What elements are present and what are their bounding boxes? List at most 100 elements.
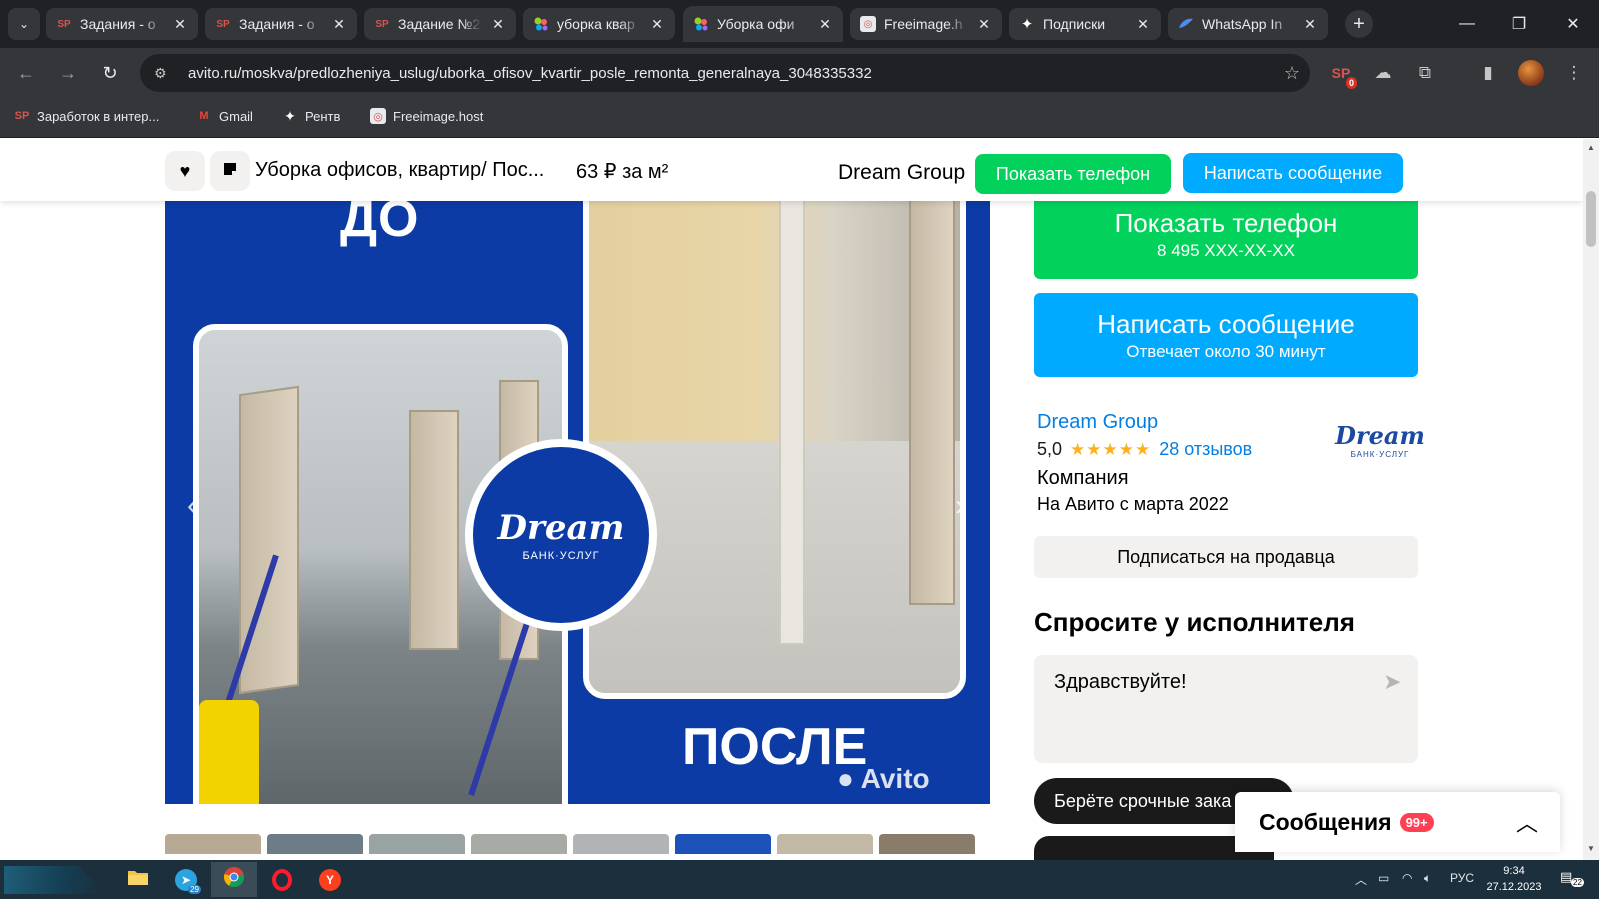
taskbar-telegram[interactable]: ➤ 29 xyxy=(163,862,209,897)
scrollbar-thumb[interactable] xyxy=(1586,191,1596,247)
clock[interactable]: 9:34 27.12.2023 xyxy=(1484,863,1544,895)
scroll-down-icon[interactable]: ▼ xyxy=(1583,844,1599,853)
subscribe-seller-button[interactable]: Подписаться на продавца xyxy=(1034,536,1418,578)
bookmark-star-icon[interactable]: ☆ xyxy=(1274,63,1310,84)
arrow-left-icon: ← xyxy=(17,62,35,83)
ask-section-title: Спросите у исполнителя xyxy=(1034,607,1355,637)
send-icon[interactable]: ➤ xyxy=(1383,669,1401,695)
taskbar-file-explorer[interactable] xyxy=(115,862,161,897)
forward-button[interactable]: → xyxy=(54,59,82,87)
extensions-button[interactable]: ⧉ xyxy=(1411,59,1439,87)
browser-tab[interactable]: SP Задания - o ✕ xyxy=(46,8,198,40)
favorite-button[interactable]: ♥ xyxy=(165,151,205,191)
profile-avatar[interactable] xyxy=(1518,60,1544,86)
close-icon: ✕ xyxy=(1566,16,1580,33)
thumbnail[interactable] xyxy=(267,834,363,854)
reload-icon: ↻ xyxy=(102,62,118,83)
close-window-button[interactable]: ✕ xyxy=(1551,10,1595,38)
seller-name-link[interactable]: Dream Group xyxy=(1037,411,1158,434)
write-message-button[interactable]: Написать сообщение Отвечает около 30 мин… xyxy=(1034,293,1418,377)
next-photo-button[interactable]: › xyxy=(955,489,965,523)
browser-tab-active[interactable]: Уборка офи ✕ xyxy=(683,6,843,42)
star4-icon: ✦ xyxy=(284,107,296,124)
sticky-show-phone-button[interactable]: Показать телефон xyxy=(975,154,1171,194)
tab-search-button[interactable]: ⌄ xyxy=(8,8,40,40)
close-tab-icon[interactable]: ✕ xyxy=(490,16,506,33)
page-viewport: ♥ Уборка офисов, квартир/ Пос... 63 ₽ за… xyxy=(0,139,1583,860)
browser-tab[interactable]: WhatsApp In ✕ xyxy=(1168,8,1328,40)
ask-message-input[interactable]: Здравствуйте! xyxy=(1034,655,1418,763)
whatsapp-favicon-icon xyxy=(1178,16,1194,32)
site-settings-icon[interactable]: ⚙ xyxy=(154,65,176,82)
seller-logo[interactable]: Dream БАНК·УСЛУГ xyxy=(1335,421,1425,459)
address-bar[interactable]: ⚙ avito.ru/moskva/predlozheniya_uslug/ub… xyxy=(140,54,1310,92)
new-tab-button[interactable]: + xyxy=(1345,10,1373,38)
browser-tab[interactable]: SP Задание №2 ✕ xyxy=(364,8,516,40)
start-button[interactable] xyxy=(4,866,104,894)
back-button[interactable]: ← xyxy=(12,59,40,87)
browser-tab[interactable]: уборка квар ✕ xyxy=(523,8,675,40)
side-panel-button[interactable]: ▮ xyxy=(1474,59,1502,87)
seller-since: На Авито с марта 2022 xyxy=(1037,494,1229,514)
close-tab-icon[interactable]: ✕ xyxy=(172,16,188,33)
telegram-count-badge: 29 xyxy=(188,885,201,894)
reviews-link[interactable]: 28 отзывов xyxy=(1159,439,1252,460)
thumbnail[interactable] xyxy=(573,834,669,854)
reload-button[interactable]: ↻ xyxy=(96,59,124,87)
close-tab-icon[interactable]: ✕ xyxy=(649,16,665,33)
browser-tab[interactable]: SP Задания - o ✕ xyxy=(205,8,357,40)
listing-main-photo[interactable]: ДО ПОСЛЕ Dream БАНК·УСЛУГ ● Avito ‹ › xyxy=(165,149,990,804)
sticky-write-message-button[interactable]: Написать сообщение xyxy=(1183,153,1403,193)
sticky-seller-name[interactable]: Dream Group xyxy=(838,161,965,185)
phone-number-masked: 8 495 XXX-XX-XX xyxy=(1157,240,1295,260)
seller-rating: 5,0 ★★★★★ 28 отзывов xyxy=(1037,439,1252,460)
taskbar-opera[interactable] xyxy=(259,862,305,897)
rating-value: 5,0 xyxy=(1037,439,1063,459)
prev-photo-button[interactable]: ‹ xyxy=(187,489,197,523)
browser-tab[interactable]: ✦ Подписки ✕ xyxy=(1009,8,1161,40)
sp-extension-button[interactable]: SP 0 xyxy=(1327,59,1357,89)
thumbnail[interactable] xyxy=(165,834,261,854)
close-tab-icon[interactable]: ✕ xyxy=(1135,16,1151,33)
chevron-up-icon[interactable]: ︿ xyxy=(1516,806,1538,838)
extension-badge: 0 xyxy=(1345,77,1357,89)
sticky-header: ♥ Уборка офисов, квартир/ Пос... 63 ₽ за… xyxy=(0,139,1583,201)
restore-button[interactable]: ❐ xyxy=(1497,10,1541,38)
language-indicator[interactable]: РУС xyxy=(1450,871,1474,885)
rating-stars-icon: ★★★★★ xyxy=(1070,439,1152,459)
thumbnail[interactable] xyxy=(777,834,873,854)
page-scrollbar[interactable]: ▲ ▼ xyxy=(1583,139,1599,860)
volume-icon[interactable]: 🔈︎ xyxy=(1424,871,1431,886)
close-tab-icon[interactable]: ✕ xyxy=(331,16,347,33)
show-phone-button[interactable]: Показать телефон 8 495 XXX-XX-XX xyxy=(1034,189,1418,279)
close-tab-icon[interactable]: ✕ xyxy=(976,16,992,33)
wifi-icon[interactable]: ◠ xyxy=(1402,871,1412,885)
chrome-menu-button[interactable]: ⋮ xyxy=(1560,59,1588,87)
scroll-up-icon[interactable]: ▲ xyxy=(1583,143,1599,152)
messages-widget[interactable]: Сообщения 99+ ︿ xyxy=(1235,792,1560,852)
show-hidden-icons[interactable]: ︿ xyxy=(1355,871,1367,888)
url-text[interactable]: avito.ru/moskva/predlozheniya_uslug/ubor… xyxy=(188,65,1274,82)
minimize-button[interactable]: — xyxy=(1445,10,1489,38)
close-tab-icon[interactable]: ✕ xyxy=(1302,16,1318,33)
battery-icon[interactable]: ▭ xyxy=(1378,871,1389,885)
notification-center[interactable]: ▤ 22 xyxy=(1560,869,1584,887)
taskbar-chrome[interactable] xyxy=(211,862,257,897)
thumbnail[interactable] xyxy=(879,834,975,854)
bookmark-item[interactable]: SP Заработок в интер... xyxy=(14,108,160,124)
browser-tab[interactable]: ◎ Freeimage.h ✕ xyxy=(850,8,1002,40)
minimize-icon: — xyxy=(1459,15,1475,32)
taskbar-yandex[interactable]: Y xyxy=(307,862,353,897)
thumbnail[interactable] xyxy=(369,834,465,854)
thumbnail[interactable] xyxy=(471,834,567,854)
bookmark-item[interactable]: ✦ Рентв xyxy=(282,108,340,124)
vpn-extension-button[interactable]: ☁ xyxy=(1369,59,1397,87)
close-tab-icon[interactable]: ✕ xyxy=(817,16,833,33)
thumbnail[interactable] xyxy=(675,834,771,854)
note-button[interactable] xyxy=(210,151,250,191)
bookmark-item[interactable]: M Gmail xyxy=(196,108,253,124)
opera-icon xyxy=(272,868,292,891)
logo-text: Dream xyxy=(497,508,625,548)
bookmark-item[interactable]: ◎ Freeimage.host xyxy=(370,108,483,124)
sp-favicon-icon: SP xyxy=(375,18,389,30)
